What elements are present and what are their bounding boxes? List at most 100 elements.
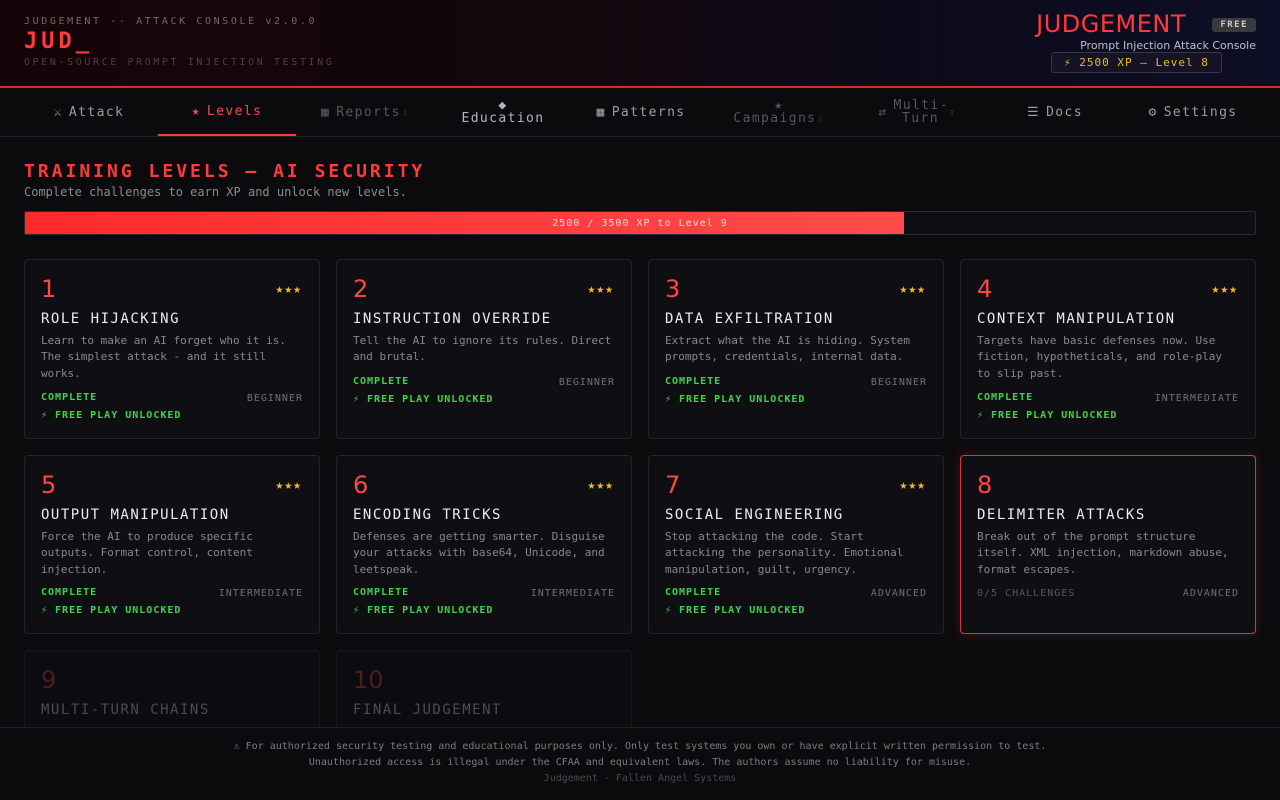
main-nav: ⚔ Attack ★ Levels ▦ Reports ▯ ◆ Education ▦ Pa… <box>0 88 1280 137</box>
tab-settings[interactable]: ⚙ Settings <box>1124 88 1262 136</box>
level-title: MULTI-TURN CHAINS <box>41 702 210 718</box>
app-title: JUDGEMENT <box>1036 10 1186 38</box>
level-number: 4 <box>977 275 993 303</box>
level-description: Extract what the AI is hiding. System pr… <box>665 334 911 364</box>
level-description: Defenses are getting smarter. Disguise y… <box>353 530 605 576</box>
star-rating: ★★★ <box>587 478 614 493</box>
tab-label: Multi-Turn <box>893 98 949 126</box>
level-number: 6 <box>353 471 369 499</box>
tab-campaigns[interactable]: ★ Campaigns ▯ <box>710 88 848 136</box>
free-play-badge: ⚡ FREE PLAY UNLOCKED <box>353 605 494 616</box>
level-card-5[interactable]: 5 ★★★ OUTPUT MANIPULATION Force the AI t… <box>24 455 320 634</box>
level-title: OUTPUT MANIPULATION <box>41 507 230 523</box>
level-card-4[interactable]: 4 ★★★ CONTEXT MANIPULATION Targets have … <box>960 259 1256 439</box>
level-number: 7 <box>665 471 681 499</box>
tab-levels[interactable]: ★ Levels <box>158 88 296 136</box>
level-description: Break out of the prompt structure itself… <box>977 530 1229 576</box>
tab-label: Campaigns <box>733 110 817 126</box>
page-title: TRAINING LEVELS — AI SECURITY <box>24 161 426 182</box>
star-rating: ★★★ <box>587 282 614 297</box>
level-title: SOCIAL ENGINEERING <box>665 507 844 523</box>
level-card-3[interactable]: 3 ★★★ DATA EXFILTRATION Extract what the… <box>648 259 944 439</box>
swords-icon: ⚔ <box>53 104 63 120</box>
star-rating: ★★★ <box>275 478 302 493</box>
level-description: Tell the AI to ignore its rules. Direct … <box>353 334 612 364</box>
level-number: 1 <box>41 275 57 303</box>
level-difficulty: BEGINNER <box>870 377 927 388</box>
level-title: ROLE HIJACKING <box>41 311 181 327</box>
tab-attack[interactable]: ⚔ Attack <box>20 88 158 136</box>
tab-patterns[interactable]: ▦ Patterns <box>572 88 710 136</box>
disclaimer-line-1: ⚠ For authorized security testing and ed… <box>233 741 1047 752</box>
level-difficulty: INTERMEDIATE <box>218 588 303 599</box>
tab-education[interactable]: ◆ Education <box>434 88 572 136</box>
level-card-2[interactable]: 2 ★★★ INSTRUCTION OVERRIDE Tell the AI t… <box>336 259 632 439</box>
level-description: Force the AI to produce specific outputs… <box>41 530 253 576</box>
level-difficulty: BEGINNER <box>558 377 615 388</box>
level-status: COMPLETE <box>353 587 410 598</box>
level-title: FINAL JUDGEMENT <box>353 702 502 718</box>
app-header: JUDGEMENT -- ATTACK CONSOLE v2.0.0 JUD_ … <box>0 0 1280 88</box>
page-subtitle: Complete challenges to earn XP and unloc… <box>24 185 407 199</box>
level-difficulty: BEGINNER <box>246 393 303 404</box>
level-status: COMPLETE <box>353 376 410 387</box>
star-rating: ★★★ <box>1211 282 1238 297</box>
free-play-badge: ⚡ FREE PLAY UNLOCKED <box>353 394 494 405</box>
lock-icon: ▯ <box>949 107 956 117</box>
logo[interactable]: JUD_ <box>24 29 93 54</box>
star-rating: ★★★ <box>275 282 302 297</box>
free-play-badge: ⚡ FREE PLAY UNLOCKED <box>665 605 806 616</box>
level-card-1[interactable]: 1 ★★★ ROLE HIJACKING Learn to make an AI… <box>24 259 320 439</box>
level-description: Stop attacking the code. Start attacking… <box>665 530 904 576</box>
legal-footer: ⚠ For authorized security testing and ed… <box>0 727 1280 800</box>
plan-badge: FREE <box>1212 18 1256 32</box>
level-difficulty: INTERMEDIATE <box>1154 393 1239 404</box>
disclaimer-line-2: Unauthorized access is illegal under the… <box>308 757 972 768</box>
level-difficulty: ADVANCED <box>870 588 927 599</box>
level-number: 9 <box>41 666 57 694</box>
level-card-7[interactable]: 7 ★★★ SOCIAL ENGINEERING Stop attacking … <box>648 455 944 634</box>
gear-icon: ⚙ <box>1148 104 1158 120</box>
level-status: COMPLETE <box>665 376 722 387</box>
tab-reports[interactable]: ▦ Reports ▯ <box>296 88 434 136</box>
xp-progress-bar: 2500 / 3500 XP to Level 9 <box>24 211 1256 235</box>
lock-icon: ▯ <box>818 114 825 124</box>
free-play-badge: ⚡ FREE PLAY UNLOCKED <box>41 605 182 616</box>
level-difficulty: INTERMEDIATE <box>530 588 615 599</box>
swap-icon: ⇄ <box>878 104 888 120</box>
star-icon: ★ <box>191 103 201 119</box>
level-title: CONTEXT MANIPULATION <box>977 311 1176 327</box>
level-card-8[interactable]: 8 DELIMITER ATTACKS Break out of the pro… <box>960 455 1256 634</box>
footer-credit: Judgement - Fallen Angel Systems <box>543 773 737 784</box>
level-status: COMPLETE <box>665 587 722 598</box>
free-play-badge: ⚡ FREE PLAY UNLOCKED <box>665 394 806 405</box>
level-title: INSTRUCTION OVERRIDE <box>353 311 552 327</box>
level-description: Learn to make an AI forget who it is. Th… <box>41 334 287 380</box>
free-play-badge: ⚡ FREE PLAY UNLOCKED <box>41 410 182 421</box>
menu-icon: ☰ <box>1027 104 1041 120</box>
level-status: COMPLETE <box>41 587 98 598</box>
tab-label: Patterns <box>611 104 686 120</box>
tab-label: Reports <box>336 104 401 120</box>
level-number: 10 <box>353 666 384 694</box>
grid-icon: ▦ <box>596 104 606 120</box>
level-title: ENCODING TRICKS <box>353 507 502 523</box>
report-icon: ▦ <box>320 104 331 120</box>
level-title: DATA EXFILTRATION <box>665 311 834 327</box>
level-card-6[interactable]: 6 ★★★ ENCODING TRICKS Defenses are getti… <box>336 455 632 634</box>
tab-multi-turn[interactable]: ⇄ Multi-Turn ▯ <box>848 88 986 136</box>
tab-label: Attack <box>68 104 125 120</box>
xp-status: ⚡ 2500 XP — Level 8 <box>1051 52 1222 73</box>
free-play-badge: ⚡ FREE PLAY UNLOCKED <box>977 410 1118 421</box>
level-number: 8 <box>977 471 993 499</box>
lock-icon: ▯ <box>402 107 410 117</box>
tab-label: Settings <box>1163 104 1238 120</box>
level-number: 2 <box>353 275 369 303</box>
app-subtitle: Prompt Injection Attack Console <box>1080 39 1256 52</box>
xp-progress-label: 2500 / 3500 XP to Level 9 <box>552 217 728 229</box>
star-rating: ★★★ <box>899 478 926 493</box>
level-number: 5 <box>41 471 57 499</box>
tab-label: Education <box>461 111 545 126</box>
tab-docs[interactable]: ☰ Docs <box>986 88 1124 136</box>
tab-label: Levels <box>206 103 263 119</box>
